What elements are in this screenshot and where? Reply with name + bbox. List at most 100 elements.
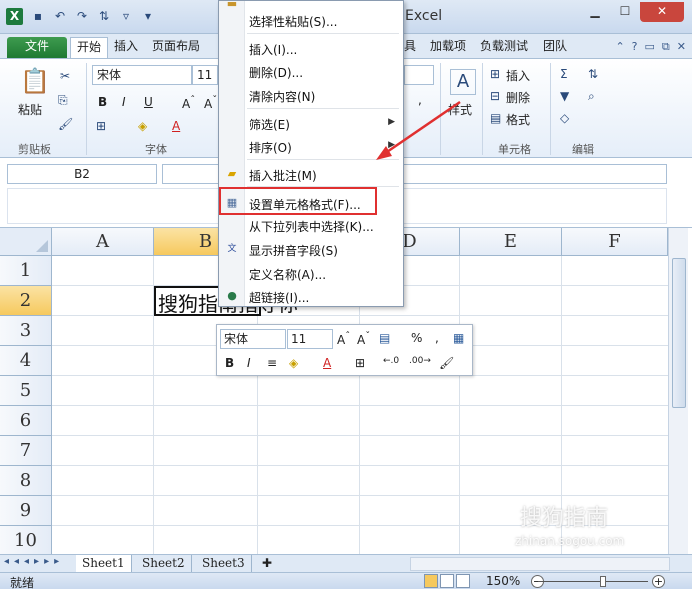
font-name-combo[interactable]: 宋体 — [92, 65, 192, 85]
underline-button[interactable]: U — [144, 95, 153, 109]
delete-cells-button[interactable]: 删除 — [506, 89, 530, 106]
font-size-combo[interactable]: 11 — [192, 65, 218, 85]
mini-shrink-font-button[interactable]: Aˇ — [357, 331, 370, 347]
close-button[interactable]: ✕ — [640, 2, 684, 22]
menu-sort[interactable]: 排序(O) — [249, 139, 292, 156]
fill-icon[interactable]: ▼ — [560, 89, 569, 103]
ribbon-collapse-icon[interactable]: ⌃ — [615, 40, 624, 54]
mini-font-color-button[interactable]: A — [323, 356, 331, 370]
mini-brush-icon[interactable]: 🖌 — [439, 356, 454, 370]
row-header-3[interactable]: 3 — [0, 316, 52, 346]
mini-font-name-combo[interactable]: 宋体 — [220, 329, 286, 349]
select-all-corner[interactable] — [0, 228, 52, 256]
doc-minimize-icon[interactable]: ▭ — [645, 40, 655, 54]
minimize-button[interactable]: ▁ — [580, 2, 610, 22]
save-icon[interactable]: ▪ — [30, 9, 46, 23]
row-header-2[interactable]: 2 — [0, 286, 52, 316]
row-header-7[interactable]: 7 — [0, 436, 52, 466]
clear-icon[interactable]: ◇ — [560, 111, 569, 125]
mini-comma-button[interactable]: , — [435, 331, 439, 345]
doc-close-icon[interactable]: ✕ — [677, 40, 686, 54]
menu-pick-from-list[interactable]: 从下拉列表中选择(K)... — [249, 218, 374, 235]
page-layout-view-icon[interactable] — [440, 574, 454, 588]
mini-currency-icon[interactable]: ▤ — [379, 331, 390, 345]
tab-load-test[interactable]: 负载测试 — [474, 37, 534, 58]
zoom-slider-thumb[interactable] — [600, 576, 606, 587]
redo-icon[interactable]: ↷ — [74, 9, 90, 23]
styles-icon[interactable]: A — [450, 69, 476, 95]
styles-button-label[interactable]: 样式 — [448, 101, 472, 118]
row-header-8[interactable]: 8 — [0, 466, 52, 496]
normal-view-icon[interactable] — [424, 574, 438, 588]
row-header-5[interactable]: 5 — [0, 376, 52, 406]
format-cells-button[interactable]: 格式 — [506, 111, 530, 128]
new-sheet-icon[interactable]: ✚ — [256, 555, 278, 572]
menu-hyperlink[interactable]: 超链接(I)... — [249, 289, 309, 306]
sheet-tab-2[interactable]: Sheet2 — [136, 555, 192, 572]
filter-icon[interactable]: ▿ — [118, 9, 134, 23]
menu-insert-comment[interactable]: 插入批注(M) — [249, 167, 317, 184]
tab-addins[interactable]: 加载项 — [424, 37, 472, 58]
fill-color-icon[interactable]: ◈ — [138, 119, 147, 133]
sort-filter-icon[interactable]: ⇅ — [588, 67, 598, 81]
menu-show-phonetic[interactable]: 显示拼音字段(S) — [249, 242, 338, 259]
autosum-icon[interactable]: Σ — [560, 67, 568, 81]
font-color-button[interactable]: A — [172, 119, 180, 133]
tab-home[interactable]: 开始 — [70, 37, 109, 58]
mini-center-icon[interactable]: ≡ — [267, 356, 277, 370]
tab-insert[interactable]: 插入 — [108, 37, 144, 58]
increase-font-button[interactable]: Aˆ — [182, 95, 195, 111]
menu-paste-special[interactable]: 选择性粘贴(S)... — [249, 13, 337, 30]
mini-bold-button[interactable]: B — [225, 356, 234, 370]
italic-button[interactable]: I — [122, 95, 126, 109]
menu-delete[interactable]: 删除(D)... — [249, 64, 303, 81]
zoom-in-button[interactable]: + — [652, 575, 665, 588]
format-cells-icon[interactable]: ▤ — [490, 111, 501, 125]
number-format-combo[interactable] — [404, 65, 434, 85]
vertical-scrollbar[interactable] — [668, 228, 688, 554]
mini-decrease-decimal-icon[interactable]: .00→ — [409, 356, 431, 366]
row-header-6[interactable]: 6 — [0, 406, 52, 436]
copy-icon[interactable]: ⎘ — [58, 93, 68, 108]
mini-format-painter-icon[interactable]: ▦ — [453, 331, 464, 345]
paste-icon[interactable]: 📋 — [20, 67, 50, 95]
mini-increase-decimal-icon[interactable]: ←.0 — [383, 356, 399, 366]
customize-icon[interactable]: ▾ — [140, 9, 156, 23]
tab-team[interactable]: 团队 — [537, 37, 573, 58]
column-header-a[interactable]: A — [52, 228, 154, 256]
menu-define-name[interactable]: 定义名称(A)... — [249, 266, 326, 283]
name-box[interactable]: B2 — [7, 164, 157, 184]
sheet-nav-arrows[interactable]: ◂◂◂▸▸▸ — [4, 556, 64, 567]
row-header-10[interactable]: 10 — [0, 526, 52, 554]
mini-grow-font-button[interactable]: Aˆ — [337, 331, 350, 347]
row-header-9[interactable]: 9 — [0, 496, 52, 526]
tab-file[interactable]: 文件 — [7, 37, 67, 58]
mini-fill-color-icon[interactable]: ◈ — [289, 356, 298, 370]
vertical-scroll-thumb[interactable] — [672, 258, 686, 408]
mini-border-icon[interactable]: ⊞ — [355, 356, 365, 370]
sheet-tab-1[interactable]: Sheet1 — [76, 555, 132, 572]
decrease-font-button[interactable]: Aˇ — [204, 95, 217, 111]
mini-italic-button[interactable]: I — [247, 356, 251, 370]
tab-page-layout[interactable]: 页面布局 — [146, 37, 206, 58]
border-icon[interactable]: ⊞ — [96, 119, 106, 133]
column-header-f[interactable]: F — [562, 228, 668, 256]
insert-cells-icon[interactable]: ⊞ — [490, 67, 500, 81]
horizontal-scrollbar[interactable] — [410, 557, 670, 571]
doc-restore-icon[interactable]: ⧉ — [662, 40, 670, 54]
delete-cells-icon[interactable]: ⊟ — [490, 89, 500, 103]
sheet-tab-3[interactable]: Sheet3 — [196, 555, 252, 572]
paste-button-label[interactable]: 粘贴 — [18, 101, 42, 118]
menu-clear-contents[interactable]: 清除内容(N) — [249, 88, 315, 105]
comma-style-button[interactable]: , — [418, 93, 422, 107]
insert-cells-button[interactable]: 插入 — [506, 67, 530, 84]
row-header-1[interactable]: 1 — [0, 256, 52, 286]
cut-icon[interactable]: ✂ — [60, 69, 70, 83]
page-break-view-icon[interactable] — [456, 574, 470, 588]
maximize-button[interactable]: ☐ — [610, 2, 640, 22]
menu-insert[interactable]: 插入(I)... — [249, 41, 297, 58]
sort-icon[interactable]: ⇅ — [96, 9, 112, 23]
mini-percent-button[interactable]: % — [411, 331, 422, 345]
menu-filter[interactable]: 筛选(E) — [249, 116, 290, 133]
zoom-slider-track[interactable] — [538, 581, 648, 582]
